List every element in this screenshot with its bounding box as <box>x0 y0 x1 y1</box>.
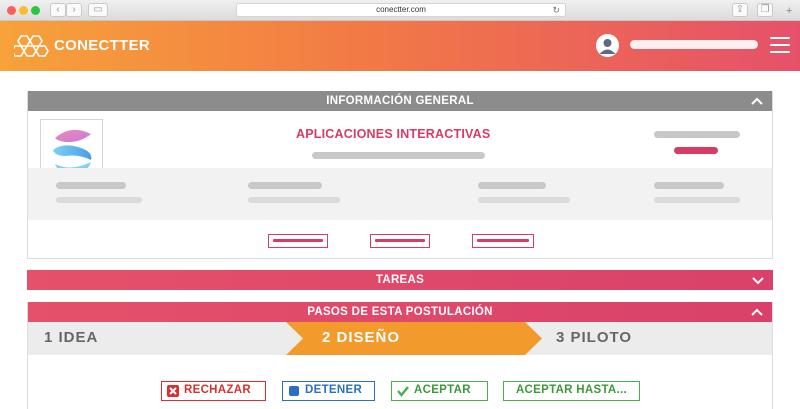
steps-header[interactable]: PASOS DE ESTA POSTULACIÓN <box>28 302 772 322</box>
new-tab-button[interactable]: + <box>786 5 792 17</box>
details-band <box>28 168 772 220</box>
app-name: APLICACIONES INTERACTIVAS <box>296 127 491 141</box>
link-button-3[interactable] <box>472 234 534 248</box>
stop-square-icon <box>289 386 299 396</box>
back-button[interactable]: ‹ <box>50 3 66 17</box>
tabs-icon[interactable]: ❐ <box>757 3 773 17</box>
subtitle-placeholder <box>312 152 485 159</box>
detail-value-3 <box>478 197 570 203</box>
x-icon <box>167 385 179 397</box>
tasks-header[interactable]: TAREAS <box>27 270 773 290</box>
forward-button[interactable]: › <box>66 3 82 17</box>
brand-name[interactable]: CONECTTER <box>54 37 150 54</box>
detail-label-4 <box>654 182 724 189</box>
detail-label-1 <box>56 182 126 189</box>
stop-button[interactable]: DETENER <box>282 381 375 401</box>
step-piloto[interactable]: 3 PILOTO <box>556 322 632 354</box>
general-info-title: INFORMACIÓN GENERAL <box>326 95 474 107</box>
general-info-header[interactable]: INFORMACIÓN GENERAL <box>28 91 772 111</box>
browser-toolbar: ‹ › ▭ conectter.com ↻ ⇪ ❐ + <box>0 0 800 21</box>
detail-label-2 <box>248 182 322 189</box>
detail-value-1 <box>56 197 142 203</box>
detail-value-2 <box>248 197 340 203</box>
app-header: CONECTTER <box>0 21 800 71</box>
general-info-card: INFORMACIÓN GENERAL APLICACIONES INTERAC… <box>27 91 773 259</box>
link-button-2[interactable] <box>370 234 430 248</box>
stop-label: DETENER <box>305 384 363 396</box>
user-name-placeholder[interactable] <box>630 40 758 49</box>
hexagon-cluster-icon <box>14 35 49 57</box>
step-idea[interactable]: 1 IDEA <box>44 322 98 354</box>
chevron-down-icon[interactable] <box>751 273 765 287</box>
hamburger-icon[interactable] <box>770 37 790 53</box>
detail-value-4 <box>654 197 740 203</box>
steps-title: PASOS DE ESTA POSTULACIÓN <box>307 306 493 318</box>
reload-icon[interactable]: ↻ <box>552 4 560 16</box>
link-button-1[interactable] <box>268 234 328 248</box>
share-icon[interactable]: ⇪ <box>732 3 748 17</box>
accept-until-button[interactable]: ACEPTAR HASTA... <box>503 381 640 401</box>
close-window-button[interactable] <box>7 6 16 15</box>
chevron-up-icon[interactable] <box>750 305 764 319</box>
detail-label-3 <box>478 182 546 189</box>
accept-label: ACEPTAR <box>414 384 471 396</box>
user-avatar-icon[interactable] <box>596 34 619 57</box>
status-badge <box>674 147 718 154</box>
url-text: conectter.com <box>376 5 426 14</box>
check-icon <box>397 386 409 397</box>
status-label-placeholder <box>654 131 740 138</box>
accept-button[interactable]: ACEPTAR <box>391 381 488 401</box>
address-bar[interactable]: conectter.com ↻ <box>236 3 566 17</box>
reject-button[interactable]: RECHAZAR <box>161 381 266 401</box>
maximize-window-button[interactable] <box>31 6 40 15</box>
accept-until-label: ACEPTAR HASTA... <box>515 384 628 396</box>
chevron-up-icon[interactable] <box>750 94 764 108</box>
minimize-window-button[interactable] <box>19 6 28 15</box>
step-diseno[interactable]: 2 DISEÑO <box>322 322 400 354</box>
reject-label: RECHAZAR <box>184 384 251 396</box>
tasks-title: TAREAS <box>375 274 425 286</box>
tasks-card: TAREAS <box>27 270 773 290</box>
steps-progress: 1 IDEA 2 DISEÑO 3 PILOTO <box>28 322 772 355</box>
sidebar-toggle-icon[interactable]: ▭ <box>88 3 108 17</box>
